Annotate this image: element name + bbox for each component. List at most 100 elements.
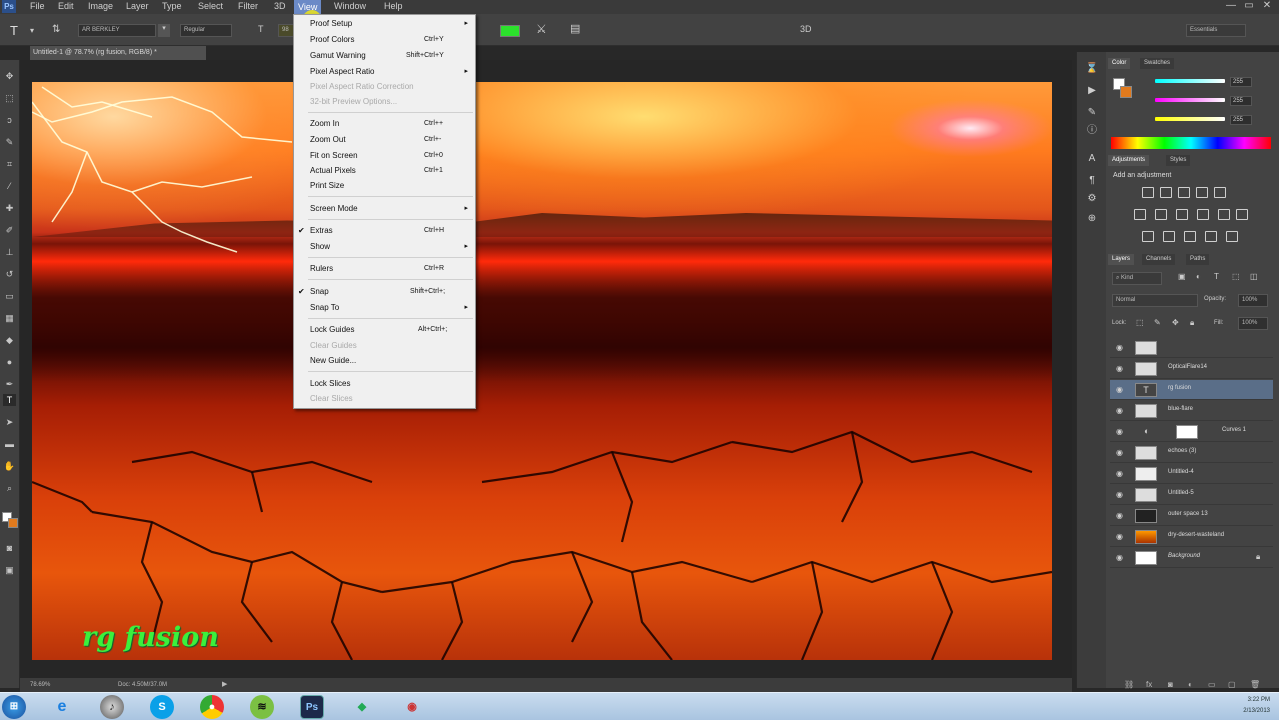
- lock-all-icon[interactable]: 🔒︎: [1190, 318, 1194, 328]
- layer-row-selected[interactable]: ◉ Trg fusion: [1110, 380, 1273, 400]
- menu-3d[interactable]: 3D: [274, 1, 286, 11]
- move-tool-icon[interactable]: ✥: [3, 70, 16, 82]
- layer-style-icon[interactable]: fx: [1146, 680, 1152, 689]
- warp-text-icon[interactable]: ⚔: [536, 22, 547, 36]
- green-value[interactable]: 255: [1230, 96, 1252, 106]
- visibility-eye-icon[interactable]: ◉: [1116, 490, 1123, 499]
- eraser-tool-icon[interactable]: ▭: [3, 290, 16, 302]
- menu-select[interactable]: Select: [198, 1, 223, 11]
- close-button[interactable]: ✕: [1260, 0, 1274, 12]
- photo-filter-icon[interactable]: [1197, 209, 1209, 220]
- blue-value[interactable]: 255: [1230, 115, 1252, 125]
- green-slider[interactable]: [1155, 98, 1225, 102]
- history-panel-icon[interactable]: ⌛: [1085, 62, 1099, 76]
- chrome-icon[interactable]: ●: [200, 695, 224, 719]
- type-tool-icon[interactable]: T: [10, 23, 18, 38]
- color-lookup-icon[interactable]: [1236, 209, 1248, 220]
- menu-item-lock-guides[interactable]: Lock Guides Alt+Ctrl+;: [310, 323, 470, 337]
- document-canvas[interactable]: rg fusion: [32, 82, 1052, 660]
- zoom-level[interactable]: 78.69%: [30, 678, 50, 692]
- internet-explorer-icon[interactable]: e: [50, 695, 74, 719]
- healing-tool-icon[interactable]: ✚: [3, 202, 16, 214]
- status-arrow-icon[interactable]: ▶: [222, 678, 227, 692]
- blend-mode-select[interactable]: Normal: [1112, 294, 1198, 307]
- layer-row[interactable]: ◉ Untitled-5: [1110, 485, 1273, 505]
- new-layer-icon[interactable]: ▢: [1228, 680, 1236, 689]
- gradient-map-icon[interactable]: [1205, 231, 1217, 242]
- character-panel-icon[interactable]: ▤: [570, 22, 580, 35]
- font-style-select[interactable]: Regular: [180, 24, 232, 37]
- menu-item-rulers[interactable]: Rulers Ctrl+R: [310, 262, 470, 276]
- text-color-swatch[interactable]: [500, 25, 520, 37]
- shape-tool-icon[interactable]: ▬: [3, 438, 16, 450]
- tab-paths[interactable]: Paths: [1186, 254, 1210, 265]
- filter-type-icon[interactable]: T: [1214, 272, 1219, 281]
- visibility-eye-icon[interactable]: ◉: [1116, 406, 1123, 415]
- tab-channels[interactable]: Channels: [1142, 254, 1176, 265]
- layer-row[interactable]: ◉: [1110, 338, 1273, 358]
- menu-item-proof-colors[interactable]: Proof Colors Ctrl+Y: [310, 33, 470, 47]
- layer-row[interactable]: ◉ echoes (3): [1110, 443, 1273, 463]
- menu-image[interactable]: Image: [88, 1, 113, 11]
- menu-item-zoom-out[interactable]: Zoom Out Ctrl+-: [310, 133, 470, 147]
- start-button-icon[interactable]: ⊞: [2, 695, 26, 719]
- layer-row[interactable]: ◉ dry-desert-wasteland: [1110, 527, 1273, 547]
- color-background-swatch[interactable]: [1120, 86, 1132, 98]
- app-taskbar-icon[interactable]: ◆: [350, 695, 374, 719]
- posterize-icon[interactable]: [1163, 231, 1175, 242]
- crop-tool-icon[interactable]: ⌗: [3, 158, 16, 170]
- menu-item-new-guide[interactable]: New Guide...: [310, 354, 470, 368]
- link-layers-icon[interactable]: ⛓: [1124, 680, 1134, 689]
- history-brush-tool-icon[interactable]: ↺: [3, 268, 16, 280]
- black-white-icon[interactable]: [1176, 209, 1188, 220]
- new-adjustment-icon[interactable]: ◐: [1188, 680, 1193, 689]
- skype-icon[interactable]: S: [150, 695, 174, 719]
- lock-image-icon[interactable]: ✎: [1154, 318, 1161, 327]
- stamp-tool-icon[interactable]: ⊥: [3, 246, 16, 258]
- threshold-icon[interactable]: [1184, 231, 1196, 242]
- menu-layer[interactable]: Layer: [126, 1, 149, 11]
- menu-item-proof-setup[interactable]: Proof Setup ▸: [310, 17, 470, 31]
- visibility-eye-icon[interactable]: ◉: [1116, 427, 1123, 436]
- filter-pixel-icon[interactable]: ▣: [1178, 272, 1186, 281]
- info-panel-icon[interactable]: ⓘ: [1085, 124, 1099, 138]
- menu-item-fit-on-screen[interactable]: Fit on Screen Ctrl+0: [310, 149, 470, 163]
- visibility-eye-icon[interactable]: ◉: [1116, 511, 1123, 520]
- layer-row[interactable]: ◉ OpticalFlare14: [1110, 359, 1273, 379]
- paragraph-panel-icon[interactable]: ¶: [1085, 174, 1099, 188]
- menu-filter[interactable]: Filter: [238, 1, 258, 11]
- filter-shape-icon[interactable]: ⬚: [1232, 272, 1240, 281]
- brush-panel-icon[interactable]: ✎: [1085, 106, 1099, 120]
- channel-mixer-icon[interactable]: [1218, 209, 1230, 220]
- workspace-switcher[interactable]: Essentials: [1186, 24, 1246, 37]
- red-value[interactable]: 255: [1230, 77, 1252, 87]
- levels-icon[interactable]: [1160, 187, 1172, 198]
- layer-row[interactable]: ◉ blue-flare: [1110, 401, 1273, 421]
- lock-position-icon[interactable]: ✥: [1172, 318, 1179, 327]
- menu-window[interactable]: Window: [334, 1, 366, 11]
- menu-type[interactable]: Type: [162, 1, 182, 11]
- quick-select-tool-icon[interactable]: ✎: [3, 136, 16, 148]
- font-family-dropdown-icon[interactable]: ▾: [158, 24, 170, 37]
- menu-item-pixel-aspect-ratio[interactable]: Pixel Aspect Ratio ▸: [310, 65, 470, 79]
- new-group-icon[interactable]: ▭: [1208, 680, 1216, 689]
- menu-item-gamut-warning[interactable]: Gamut Warning Shift+Ctrl+Y: [310, 49, 470, 63]
- visibility-eye-icon[interactable]: ◉: [1116, 385, 1123, 394]
- screen-mode-icon[interactable]: ▣: [3, 564, 16, 576]
- layer-row[interactable]: ◉ outer space 13: [1110, 506, 1273, 526]
- background-color-swatch[interactable]: [8, 518, 18, 528]
- menu-item-actual-pixels[interactable]: Actual Pixels Ctrl+1: [310, 164, 470, 178]
- fill-field[interactable]: 100%: [1238, 317, 1268, 330]
- actions-panel-icon[interactable]: ▶: [1085, 84, 1099, 98]
- visibility-eye-icon[interactable]: ◉: [1116, 364, 1123, 373]
- font-family-select[interactable]: AR BERKLEY: [78, 24, 156, 37]
- layer-row[interactable]: ◉ Untitled-4: [1110, 464, 1273, 484]
- tab-swatches[interactable]: Swatches: [1140, 58, 1175, 69]
- selective-color-icon[interactable]: [1226, 231, 1238, 242]
- menu-item-show[interactable]: Show ▸: [310, 240, 470, 254]
- orientation-toggle-icon[interactable]: ⇅: [52, 24, 60, 35]
- pen-tool-icon[interactable]: ✒: [3, 378, 16, 390]
- tool-preset-chevron-icon[interactable]: ▾: [30, 26, 34, 35]
- exposure-icon[interactable]: [1196, 187, 1208, 198]
- photoshop-taskbar-icon[interactable]: Ps: [300, 695, 324, 719]
